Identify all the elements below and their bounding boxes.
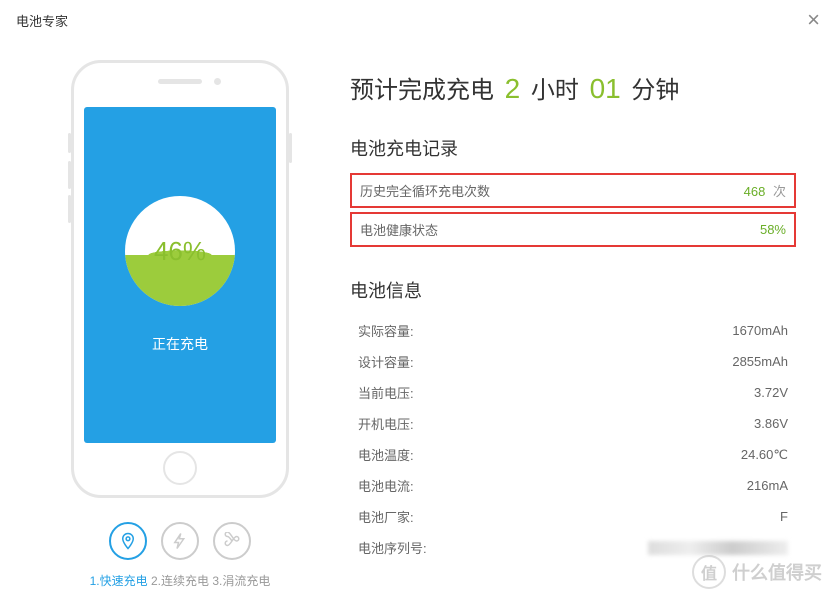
- infinity-icon: [223, 532, 241, 550]
- watermark-text: 什么值得买: [732, 559, 822, 585]
- cycle-count-row: 历史完全循环充电次数 468 次: [350, 173, 796, 208]
- info-row: 电池厂家: F: [350, 501, 796, 532]
- info-label: 电池序列号:: [358, 538, 427, 557]
- info-label: 电池温度:: [358, 445, 414, 464]
- phone-volume-up: [68, 161, 71, 189]
- phone-side-button: [289, 133, 292, 163]
- phone-mute-switch: [68, 133, 71, 153]
- info-row: 开机电压: 3.86V: [350, 408, 796, 439]
- info-value: 1670mAh: [732, 323, 788, 338]
- estimate-hours: 2: [505, 73, 521, 104]
- cycle-unit: 次: [773, 184, 786, 199]
- phone-frame: 46% 正在充电: [71, 60, 289, 498]
- estimate-time: 预计完成充电 2 小时 01 分钟: [350, 70, 796, 105]
- health-label: 电池健康状态: [360, 220, 438, 239]
- serial-blurred: [648, 541, 788, 555]
- pin-icon: [119, 532, 137, 550]
- mode-continuous-button[interactable]: [161, 522, 199, 560]
- cycle-value: 468: [744, 184, 766, 199]
- info-row: 实际容量: 1670mAh: [350, 315, 796, 346]
- charging-status: 正在充电: [152, 334, 208, 354]
- info-value: 24.60℃: [741, 447, 788, 463]
- info-row: 设计容量: 2855mAh: [350, 346, 796, 377]
- bolt-icon: [171, 532, 189, 550]
- app-title: 电池专家: [16, 11, 68, 30]
- health-row: 电池健康状态 58%: [350, 212, 796, 247]
- phone-panel: 46% 正在充电 1.快速充电 2.连续充电 3.涓流充电: [40, 60, 320, 589]
- battery-gauge: 46%: [125, 196, 235, 306]
- mode-label-fast[interactable]: 1.快速充电: [90, 574, 148, 588]
- info-label: 设计容量:: [358, 352, 414, 371]
- estimate-mins: 01: [590, 73, 621, 104]
- mode-label-continuous[interactable]: 2.连续充电: [151, 574, 209, 588]
- cycle-label: 历史完全循环充电次数: [360, 181, 490, 200]
- info-label: 开机电压:: [358, 414, 414, 433]
- info-label: 实际容量:: [358, 321, 414, 340]
- watermark-icon: 值: [692, 555, 726, 589]
- info-row: 电池电流: 216mA: [350, 470, 796, 501]
- home-button-icon: [163, 451, 197, 485]
- battery-info-title: 电池信息: [350, 277, 796, 303]
- info-value: F: [780, 509, 788, 524]
- info-value: 3.72V: [754, 385, 788, 400]
- battery-percent: 46%: [154, 236, 206, 267]
- estimate-mins-unit: 分钟: [631, 77, 679, 104]
- info-label: 电池电流:: [358, 476, 414, 495]
- info-value: 2855mAh: [732, 354, 788, 369]
- info-row: 当前电压: 3.72V: [350, 377, 796, 408]
- estimate-hours-unit: 小时: [531, 77, 579, 104]
- mode-trickle-button[interactable]: [213, 522, 251, 560]
- phone-volume-down: [68, 195, 71, 223]
- estimate-prefix: 预计完成充电: [350, 77, 494, 104]
- info-row: 电池温度: 24.60℃: [350, 439, 796, 470]
- info-value: 216mA: [747, 478, 788, 493]
- mode-label-trickle[interactable]: 3.涓流充电: [212, 574, 270, 588]
- cycle-value-wrap: 468 次: [744, 181, 786, 200]
- close-button[interactable]: ×: [807, 7, 820, 33]
- phone-screen: 46% 正在充电: [84, 107, 276, 443]
- battery-info-table: 实际容量: 1670mAh 设计容量: 2855mAh 当前电压: 3.72V 开机电压: 3…: [350, 315, 796, 563]
- health-value: 58%: [760, 222, 786, 237]
- info-panel: 预计完成充电 2 小时 01 分钟 电池充电记录 历史完全循环充电次数 468 …: [320, 60, 796, 589]
- main-content: 46% 正在充电 1.快速充电 2.连续充电 3.涓流充电 预计完成充电: [0, 40, 836, 609]
- mode-fast-button[interactable]: [109, 522, 147, 560]
- charge-record-title: 电池充电记录: [350, 135, 796, 161]
- info-value: 3.86V: [754, 416, 788, 431]
- info-value: [648, 540, 788, 556]
- window-header: 电池专家 ×: [0, 0, 836, 40]
- charge-mode-labels: 1.快速充电 2.连续充电 3.涓流充电: [90, 572, 271, 589]
- charge-mode-icons: [109, 522, 251, 560]
- watermark: 值 什么值得买: [692, 555, 822, 589]
- info-label: 电池厂家:: [358, 507, 414, 526]
- info-label: 当前电压:: [358, 383, 414, 402]
